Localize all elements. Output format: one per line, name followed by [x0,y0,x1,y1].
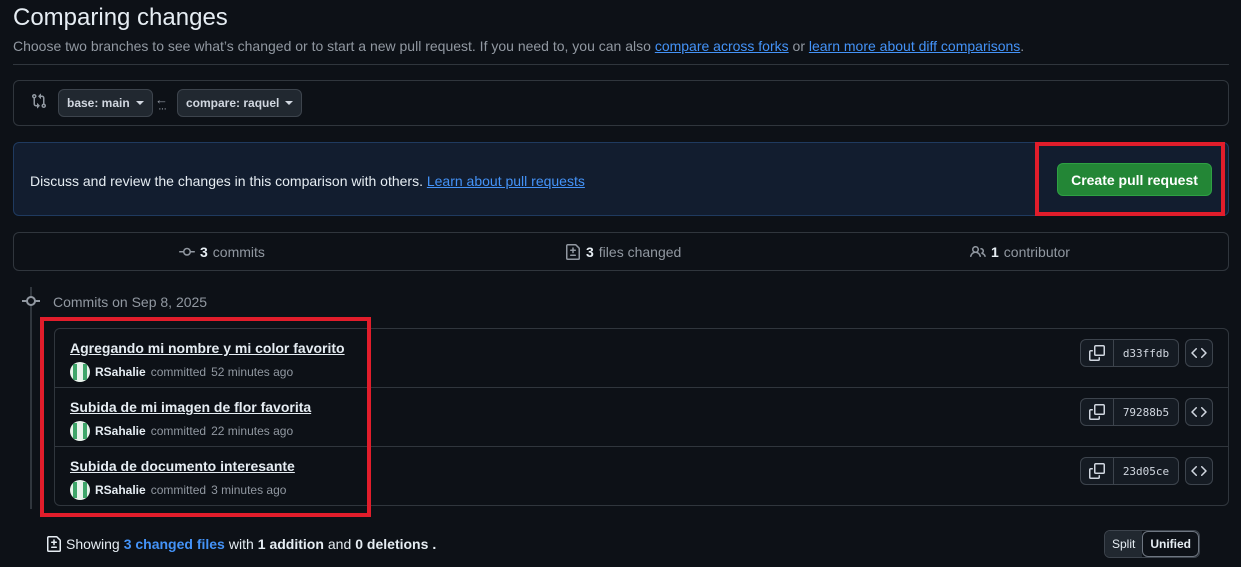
people-icon [970,245,986,258]
commits-date-heading: Commits on Sep 8, 2025 [53,294,208,310]
summary-end: . [432,536,437,552]
copy-icon [1089,463,1105,479]
commit-icon [179,247,195,256]
files-changed-stat[interactable]: 3 files changed [565,244,681,260]
summary-and: and [327,536,352,552]
diff-summary: Showing 3 changed files with 1 addition … [46,536,436,552]
code-icon [1191,347,1207,359]
additions-count: 1 addition [257,536,324,552]
sha-button-group: 79288b5 [1080,398,1179,426]
sha-button-group: d33ffdb [1080,339,1179,367]
changed-files-link[interactable]: 3 changed files [124,536,225,552]
copy-icon [1089,345,1105,361]
deletions-count: 0 deletions [355,536,429,552]
discuss-text: Discuss and review the changes in this c… [30,173,585,189]
browse-repo-button[interactable] [1185,398,1213,426]
summary-with: with [228,536,254,552]
subtitle-text: Choose two branches to see what’s change… [13,38,651,54]
commits-count: 3 [200,244,208,260]
compare-across-forks-link[interactable]: compare across forks [655,38,789,54]
code-icon [1191,406,1207,418]
sha-button-group: 23d05ce [1080,457,1179,485]
commit-sha-link[interactable]: 23d05ce [1114,458,1178,484]
commits-stat[interactable]: 3 commits [179,244,265,260]
header-divider [13,64,1229,65]
highlight-box-commits [40,317,371,517]
contributors-count: 1 [991,244,999,260]
files-count: 3 [586,244,594,260]
compare-branch-select[interactable]: compare: raquel [177,89,303,117]
ellipsis-icon: ··· [158,103,167,115]
commit-sha-link[interactable]: 79288b5 [1114,399,1178,425]
copy-sha-button[interactable] [1081,340,1114,366]
subtitle-or: or [792,38,805,54]
chevron-down-icon [135,101,144,105]
file-diff-icon [47,536,61,552]
unified-view-button[interactable]: Unified [1142,531,1200,557]
contributors-label: contributor [1003,244,1070,260]
page-subtitle: Choose two branches to see what’s change… [13,38,1024,54]
diff-view-toggle: Split Unified [1104,530,1201,558]
base-branch-label: base: main [67,96,130,110]
compare-branch-label: compare: raquel [186,96,280,110]
commits-label: commits [212,244,265,260]
browse-repo-button[interactable] [1185,339,1213,367]
discuss-message: Discuss and review the changes in this c… [30,173,423,189]
page-title: Comparing changes [13,4,228,31]
learn-pull-requests-link[interactable]: Learn about pull requests [427,173,585,189]
copy-sha-button[interactable] [1081,399,1114,425]
subtitle-end: . [1020,38,1025,54]
range-editor: base: main ← ··· compare: raquel [13,80,1229,126]
commit-icon [22,296,40,306]
split-view-button[interactable]: Split [1105,531,1143,557]
contributors-stat[interactable]: 1 contributor [970,244,1070,260]
highlight-box-create [1035,142,1225,216]
base-branch-select[interactable]: base: main [58,89,153,117]
comparison-stats: 3 commits 3 files changed 1 contributor [13,232,1229,271]
code-icon [1191,465,1207,477]
copy-icon [1089,404,1105,420]
browse-repo-button[interactable] [1185,457,1213,485]
git-compare-icon [32,93,47,109]
commit-sha-link[interactable]: d33ffdb [1114,340,1178,366]
timeline-line [30,287,32,509]
chevron-down-icon [285,101,294,105]
file-diff-icon [566,244,580,260]
files-label: files changed [598,244,682,260]
learn-diff-comparisons-link[interactable]: learn more about diff comparisons [809,38,1020,54]
summary-showing: Showing [66,536,120,552]
copy-sha-button[interactable] [1081,458,1114,484]
